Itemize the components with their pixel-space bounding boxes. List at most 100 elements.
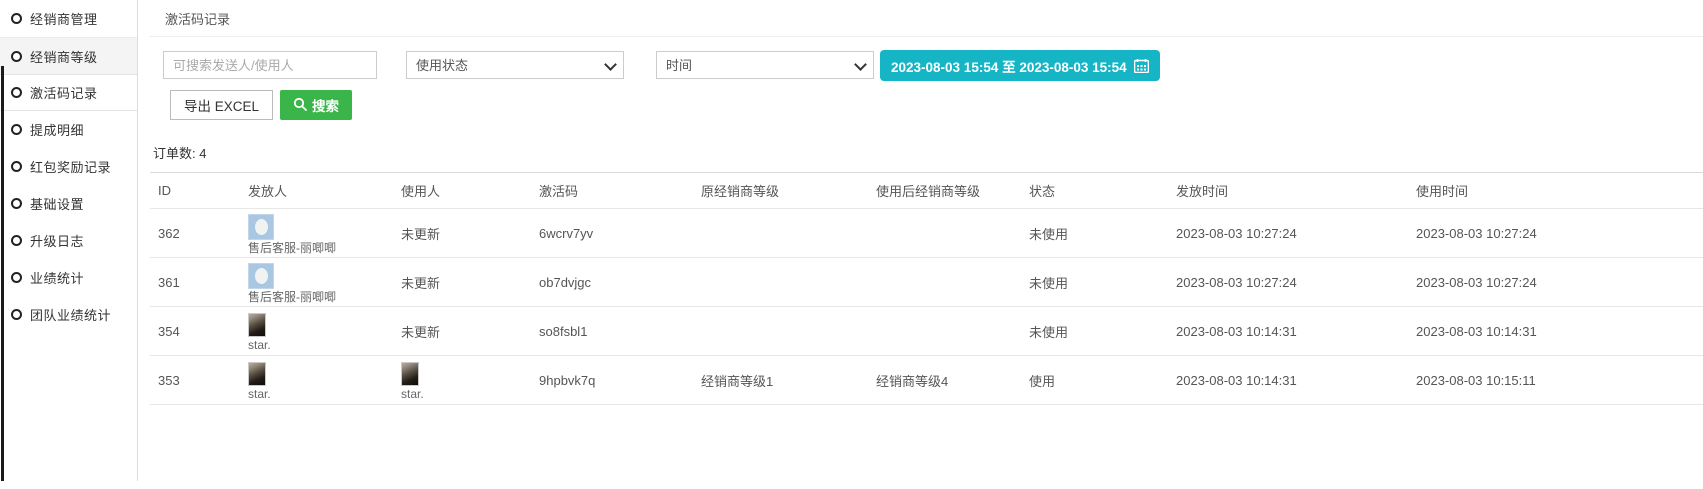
usage-status-select[interactable]: 使用状态: [406, 51, 624, 79]
col-header-sender: 发放人: [240, 173, 393, 209]
col-header-status: 状态: [1021, 173, 1168, 209]
cell-user: 未更新: [393, 209, 531, 258]
col-header-send-time: 发放时间: [1168, 173, 1408, 209]
cell-user: star.: [393, 356, 531, 405]
order-count: 订单数: 4: [153, 143, 206, 162]
sidebar-item-label: 提成明细: [30, 120, 84, 139]
cell-old-level: 经销商等级1: [693, 356, 868, 405]
sidebar-item-label: 基础设置: [30, 194, 84, 213]
sender-name: star.: [248, 339, 271, 351]
status-select-wrap: 使用状态: [406, 51, 624, 81]
sidebar-item-basic-settings[interactable]: 基础设置: [0, 185, 137, 222]
cell-status: 未使用: [1021, 258, 1168, 307]
circle-icon: [11, 198, 22, 209]
sidebar-item-upgrade-log[interactable]: 升级日志: [0, 222, 137, 259]
cell-use-time: 2023-08-03 10:15:11: [1408, 356, 1703, 405]
export-excel-button[interactable]: 导出 EXCEL: [170, 90, 273, 120]
cell-send-time: 2023-08-03 10:27:24: [1168, 258, 1408, 307]
sidebar-item-dealer-management[interactable]: 经销商管理: [0, 0, 137, 37]
table-row: 354 star. 未更新 so8fsbl1 未使用 2023-08-03 10…: [150, 307, 1703, 356]
sender-avatar: [248, 263, 274, 289]
sidebar-item-label: 经销商管理: [30, 9, 98, 28]
circle-icon: [11, 13, 22, 24]
search-button-label: 搜索: [312, 95, 339, 115]
cell-new-level: [868, 307, 1021, 356]
cell-old-level: [693, 209, 868, 258]
main-content: 激活码记录 使用状态 时间 2023-08-03 15:54 至 2023-08…: [150, 0, 1703, 37]
sidebar-item-label: 升级日志: [30, 231, 84, 250]
col-header-id: ID: [150, 173, 240, 209]
cell-sender: star.: [240, 356, 393, 405]
cell-use-time: 2023-08-03 10:14:31: [1408, 307, 1703, 356]
sidebar-item-activation-code-record[interactable]: 激活码记录: [0, 74, 137, 111]
sidebar-menu: 经销商管理 经销商等级 激活码记录 提成明细 红包奖励记录 基础设置 升级日志: [0, 0, 138, 481]
magnifier-icon: [293, 97, 307, 114]
sender-name: 售后客服-丽唧唧: [248, 291, 336, 303]
cell-new-level: [868, 209, 1021, 258]
circle-icon: [11, 272, 22, 283]
cell-status: 未使用: [1021, 307, 1168, 356]
sidebar-item-redpacket-reward-record[interactable]: 红包奖励记录: [0, 148, 137, 185]
col-header-new-level: 使用后经销商等级: [868, 173, 1021, 209]
cell-user: 未更新: [393, 307, 531, 356]
cell-code: 6wcrv7yv: [531, 209, 693, 258]
col-header-old-level: 原经销商等级: [693, 173, 868, 209]
circle-icon: [11, 235, 22, 246]
user-avatar: [401, 362, 419, 386]
sidebar-item-label: 经销商等级: [30, 47, 98, 66]
cell-id: 361: [150, 258, 240, 307]
circle-icon: [11, 161, 22, 172]
date-range-button[interactable]: 2023-08-03 15:54 至 2023-08-03 15:54: [880, 50, 1160, 81]
sender-name: 售后客服-丽唧唧: [248, 242, 336, 254]
cell-old-level: [693, 258, 868, 307]
time-select-wrap: 时间: [656, 51, 874, 81]
sidebar-item-performance-stats[interactable]: 业绩统计: [0, 259, 137, 296]
sender-name: star.: [248, 388, 271, 400]
time-select[interactable]: 时间: [656, 51, 874, 79]
sidebar-item-dealer-level[interactable]: 经销商等级: [0, 37, 137, 74]
table-header-row: ID 发放人 使用人 激活码 原经销商等级 使用后经销商等级 状态 发放时间 使…: [150, 173, 1703, 209]
left-edge-bar: [1, 66, 4, 481]
cell-status: 使用: [1021, 356, 1168, 405]
col-header-code: 激活码: [531, 173, 693, 209]
cell-new-level: [868, 258, 1021, 307]
cell-sender: star.: [240, 307, 393, 356]
sidebar-item-team-performance-stats[interactable]: 团队业绩统计: [0, 296, 137, 333]
table-row: 362 售后客服-丽唧唧 未更新 6wcrv7yv 未使用 2023-08-03…: [150, 209, 1703, 258]
sidebar-item-label: 团队业绩统计: [30, 305, 111, 324]
cell-code: so8fsbl1: [531, 307, 693, 356]
sender-avatar: [248, 214, 274, 240]
sidebar-item-label: 红包奖励记录: [30, 157, 111, 176]
cell-send-time: 2023-08-03 10:27:24: [1168, 209, 1408, 258]
cell-status: 未使用: [1021, 209, 1168, 258]
cell-sender: 售后客服-丽唧唧: [240, 209, 393, 258]
sender-avatar: [248, 362, 266, 386]
circle-icon: [11, 309, 22, 320]
circle-icon: [11, 124, 22, 135]
cell-code: ob7dvjgc: [531, 258, 693, 307]
action-bar: 导出 EXCEL 搜索: [170, 90, 352, 120]
filter-bar: 使用状态 时间 2023-08-03 15:54 至 2023-08-03 15…: [163, 51, 1160, 81]
search-button[interactable]: 搜索: [280, 90, 352, 120]
sidebar-item-label: 激活码记录: [30, 83, 98, 102]
col-header-user: 使用人: [393, 173, 531, 209]
page-title: 激活码记录: [150, 0, 1703, 37]
cell-send-time: 2023-08-03 10:14:31: [1168, 307, 1408, 356]
calendar-icon: [1134, 59, 1149, 73]
table-row: 353 star. star. 9hpbvk7q 经: [150, 356, 1703, 405]
col-header-use-time: 使用时间: [1408, 173, 1703, 209]
cell-id: 353: [150, 356, 240, 405]
cell-id: 362: [150, 209, 240, 258]
search-input[interactable]: [163, 51, 377, 79]
cell-id: 354: [150, 307, 240, 356]
cell-user: 未更新: [393, 258, 531, 307]
activation-code-table: ID 发放人 使用人 激活码 原经销商等级 使用后经销商等级 状态 发放时间 使…: [150, 172, 1703, 405]
cell-send-time: 2023-08-03 10:14:31: [1168, 356, 1408, 405]
user-name: star.: [401, 388, 424, 400]
page: 经销商管理 经销商等级 激活码记录 提成明细 红包奖励记录 基础设置 升级日志: [0, 0, 1703, 489]
sidebar-item-commission-detail[interactable]: 提成明细: [0, 111, 137, 148]
cell-old-level: [693, 307, 868, 356]
cell-new-level: 经销商等级4: [868, 356, 1021, 405]
cell-code: 9hpbvk7q: [531, 356, 693, 405]
sender-avatar: [248, 313, 266, 337]
